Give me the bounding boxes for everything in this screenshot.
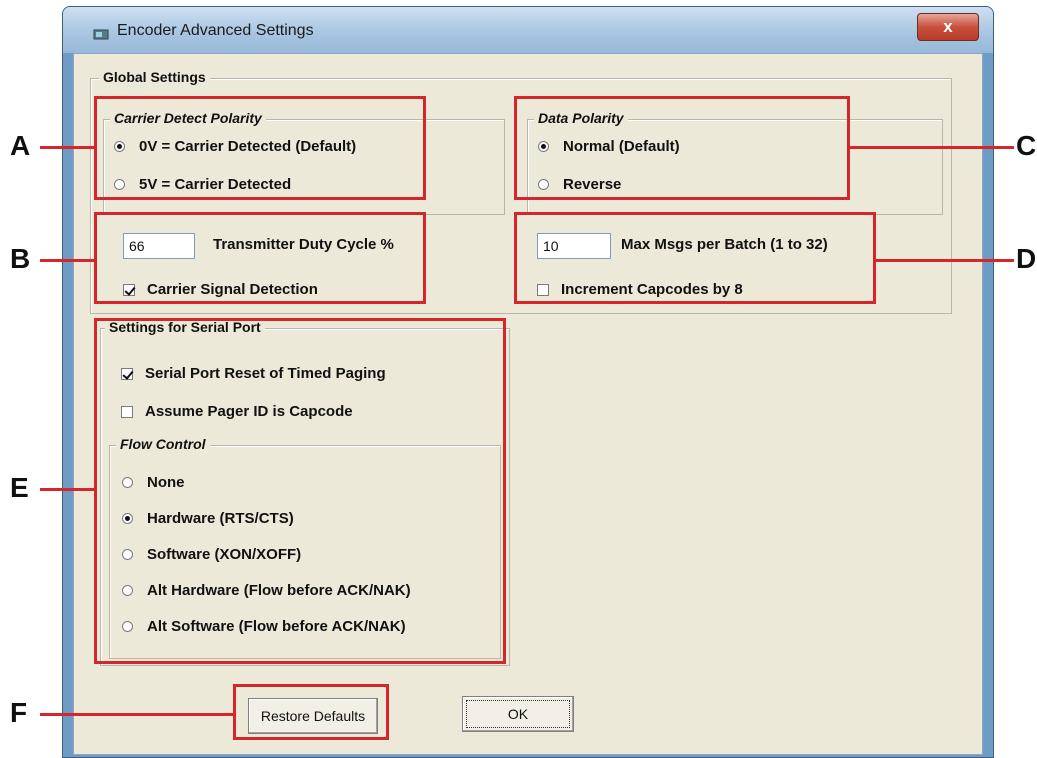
annotation-label-b: B xyxy=(10,243,31,274)
annotation-label-c: C xyxy=(1016,130,1037,161)
annotation-box-f xyxy=(233,684,389,740)
annotation-box-b xyxy=(94,212,426,304)
annotation-box-e xyxy=(94,318,506,664)
annotation-box-d xyxy=(514,212,876,304)
ok-button[interactable]: OK xyxy=(462,696,574,732)
callout-line-c xyxy=(850,146,1014,149)
title-bar[interactable]: Encoder Advanced Settings x xyxy=(63,7,993,53)
global-settings-legend: Global Settings xyxy=(99,69,210,85)
annotation-label-d: D xyxy=(1016,243,1037,274)
callout-line-d xyxy=(876,259,1014,262)
callout-line-b xyxy=(40,259,94,262)
annotation-box-a xyxy=(94,96,426,200)
window-title: Encoder Advanced Settings xyxy=(117,22,314,39)
annotation-label-a: A xyxy=(10,130,31,161)
close-icon: x xyxy=(943,17,953,36)
app-icon xyxy=(93,29,109,40)
annotation-box-c xyxy=(514,96,850,200)
annotation-label-e: E xyxy=(10,472,29,503)
callout-line-e xyxy=(40,488,94,491)
annotation-label-f: F xyxy=(10,697,28,728)
close-button[interactable]: x xyxy=(917,13,979,41)
callout-line-a xyxy=(40,146,94,149)
callout-line-f xyxy=(40,713,233,716)
